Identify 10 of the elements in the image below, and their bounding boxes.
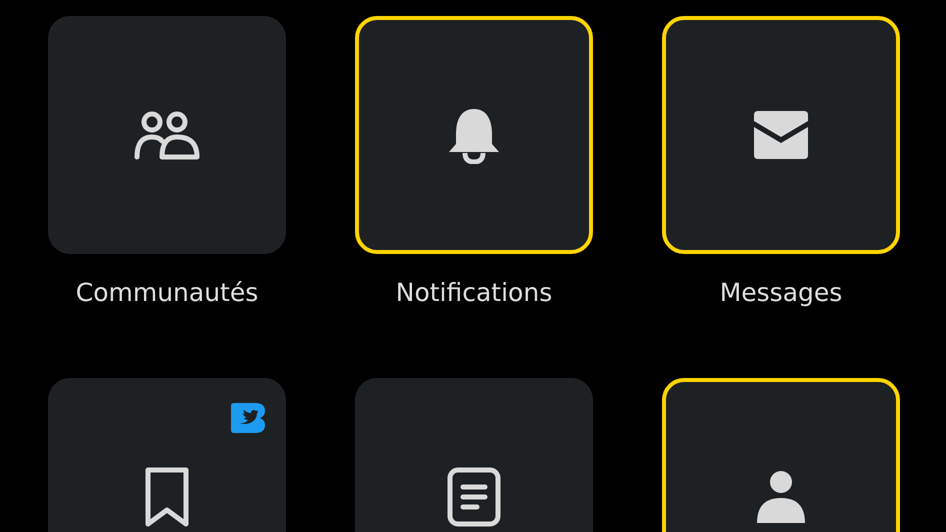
tile[interactable] [48,16,286,254]
tile-label: Communautés [76,277,258,309]
bookmark-icon [143,466,191,528]
person-icon [755,469,807,525]
tile-label: Notifications [396,277,552,309]
tile-label: Messages [720,277,842,309]
bell-icon [446,106,502,164]
people-icon [133,110,201,160]
envelope-icon [752,109,810,161]
document-icon [447,467,501,527]
